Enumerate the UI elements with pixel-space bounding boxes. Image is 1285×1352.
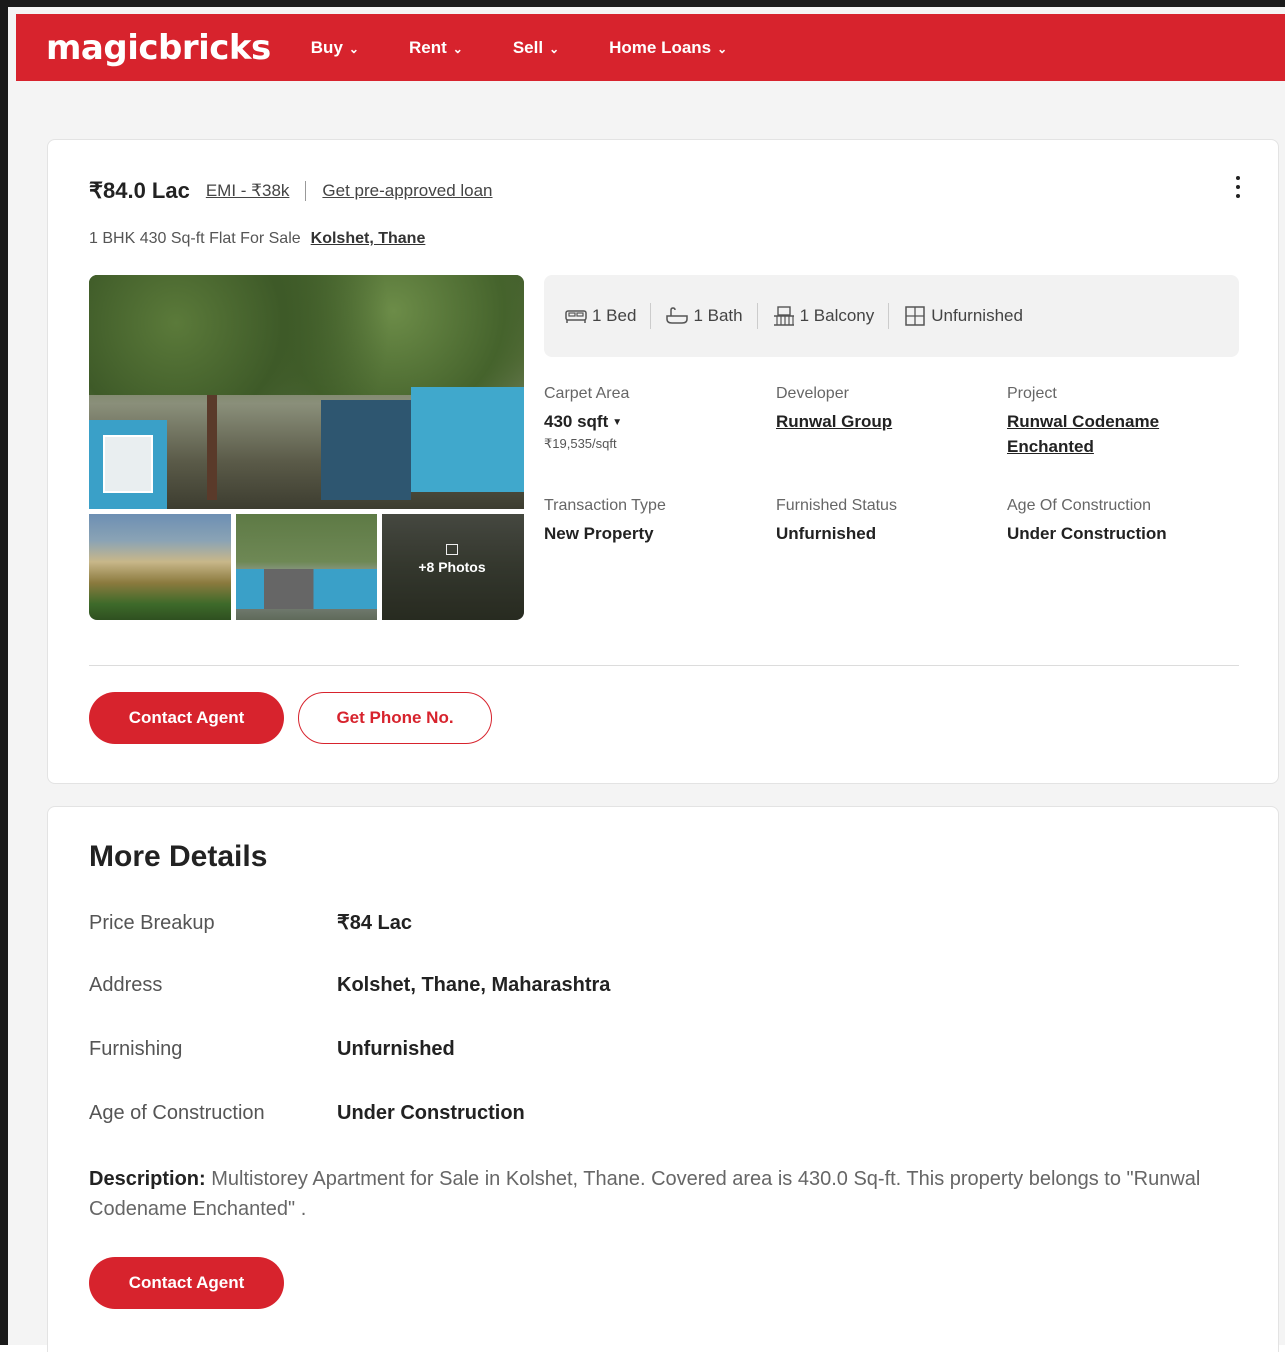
bed-count: 1 Bed [592,306,637,325]
more-details-title: More Details [89,840,268,873]
bed-icon [565,310,587,323]
price-per-sqft: ₹19,535/sqft [544,436,617,451]
main-nav: Buy ⌄ Rent ⌄ Sell ⌄ Home Loans ⌄ [311,38,777,58]
detail-row-furnishing: Furnishing Unfurnished [89,1038,455,1061]
description-label: Description: [89,1168,206,1190]
furnished-status-label: Furnished Status [776,497,897,514]
detail-label: Price Breakup [89,912,215,934]
developer-label: Developer [776,385,849,402]
detail-label: Furnishing [89,1038,183,1060]
thumbnail-photo[interactable] [89,514,231,620]
detail-row-address: Address Kolshet, Thane, Maharashtra [89,974,610,997]
nav-sell-label: Sell [512,37,544,57]
photo-gallery: +8 Photos [89,275,524,620]
locality-link[interactable]: Kolshet, Thane [311,230,426,248]
thumbnail-photo[interactable] [236,514,377,620]
fact-project: Project Runwal Codename Enchanted [1007,385,1207,459]
chevron-down-icon: ⌄ [717,41,728,56]
listing-card: ₹84.0 Lac EMI - ₹38k Get pre-approved lo… [47,139,1279,784]
nav-home-loans[interactable]: Home Loans ⌄ [609,38,727,58]
listing-subtitle: 1 BHK 430 Sq-ft Flat For Sale Kolshet, T… [89,230,425,248]
section-divider [89,665,1239,666]
detail-value: Under Construction [337,1102,525,1124]
bath-count: 1 Bath [693,306,743,325]
more-options-icon[interactable] [1236,176,1240,203]
project-link[interactable]: Runwal Codename Enchanted [1007,409,1207,459]
balcony-count: 1 Balcony [799,306,875,325]
age-of-construction-value: Under Construction [1007,524,1167,543]
fact-developer: Developer Runwal Group [776,385,996,434]
transaction-type-label: Transaction Type [544,497,666,514]
main-photo[interactable] [89,275,524,509]
detail-value: Unfurnished [337,1038,455,1060]
nav-sell[interactable]: Sell ⌄ [513,38,559,58]
listing-type: 1 BHK 430 Sq-ft Flat For Sale [89,230,301,247]
fact-transaction-type: Transaction Type New Property [544,497,764,544]
divider [305,181,307,201]
image-icon [446,544,458,555]
amenity-balcony: 1 Balcony [772,305,875,327]
project-label: Project [1007,385,1057,402]
balcony-icon [773,306,794,326]
more-details-card: More Details Price Breakup ₹84 Lac Addre… [47,806,1279,1352]
chevron-down-icon: ⌄ [348,41,359,56]
nav-buy-label: Buy [310,37,343,57]
project-logo-board [103,435,153,493]
nav-buy[interactable]: Buy ⌄ [311,38,359,58]
furnishing-status: Unfurnished [931,306,1023,325]
detail-row-price: Price Breakup ₹84 Lac [89,910,412,935]
nav-rent[interactable]: Rent ⌄ [409,38,463,58]
emi-link[interactable]: EMI - ₹38k [206,181,290,201]
developer-link[interactable]: Runwal Group [776,409,996,434]
furnishing-icon [905,306,926,326]
pre-approved-loan-link[interactable]: Get pre-approved loan [322,181,492,201]
price-row: ₹84.0 Lac EMI - ₹38k Get pre-approved lo… [89,178,493,204]
nav-rent-label: Rent [408,37,447,57]
amenity-furnishing: Unfurnished [903,305,1023,327]
chevron-down-icon: ⌄ [549,41,560,56]
more-photos-label: +8 Photos [418,559,486,575]
amenity-bed: 1 Bed [564,306,636,326]
contact-agent-button[interactable]: Contact Agent [89,692,284,744]
furnished-status-value: Unfurnished [776,524,877,543]
site-logo[interactable]: magicbricks [46,28,271,68]
contact-agent-button-bottom[interactable]: Contact Agent [89,1257,284,1309]
more-photos-thumbnail[interactable]: +8 Photos [382,514,524,620]
listing-price: ₹84.0 Lac [89,178,190,203]
age-of-construction-label: Age Of Construction [1007,497,1152,514]
fact-furnished-status: Furnished Status Unfurnished [776,497,996,544]
carpet-area-label: Carpet Area [544,385,630,402]
detail-label: Address [89,974,163,996]
amenity-bath: 1 Bath [665,306,743,326]
property-description: Description: Multistorey Apartment for S… [89,1164,1239,1224]
chevron-down-icon: ⌄ [452,41,463,56]
thumbnail-strip: +8 Photos [89,514,524,620]
fact-age-of-construction: Age Of Construction Under Construction [1007,497,1227,544]
fact-carpet-area: Carpet Area 430 sqft ▼ ₹19,535/sqft [544,385,764,452]
carpet-area-value[interactable]: 430 sqft ▼ [544,412,764,432]
detail-row-age: Age of Construction Under Construction [89,1102,525,1125]
transaction-type-value: New Property [544,524,654,543]
page-frame: magicbricks Buy ⌄ Rent ⌄ Sell ⌄ Home Loans ⌄… [0,0,1285,1352]
description-text: Multistorey Apartment for Sale in Kolshe… [89,1168,1201,1220]
detail-value: ₹84 Lac [337,912,412,934]
detail-value: Kolshet, Thane, Maharashtra [337,974,611,996]
bath-icon [666,307,689,324]
detail-label: Age of Construction [89,1102,265,1124]
nav-home-loans-label: Home Loans [609,37,712,57]
amenities-bar: 1 Bed 1 Bath 1 Balcony Unfurnished [544,275,1239,357]
top-navbar: magicbricks Buy ⌄ Rent ⌄ Sell ⌄ Home Loans ⌄ [16,14,1285,81]
get-phone-button[interactable]: Get Phone No. [298,692,492,744]
caret-down-icon: ▼ [612,417,623,428]
